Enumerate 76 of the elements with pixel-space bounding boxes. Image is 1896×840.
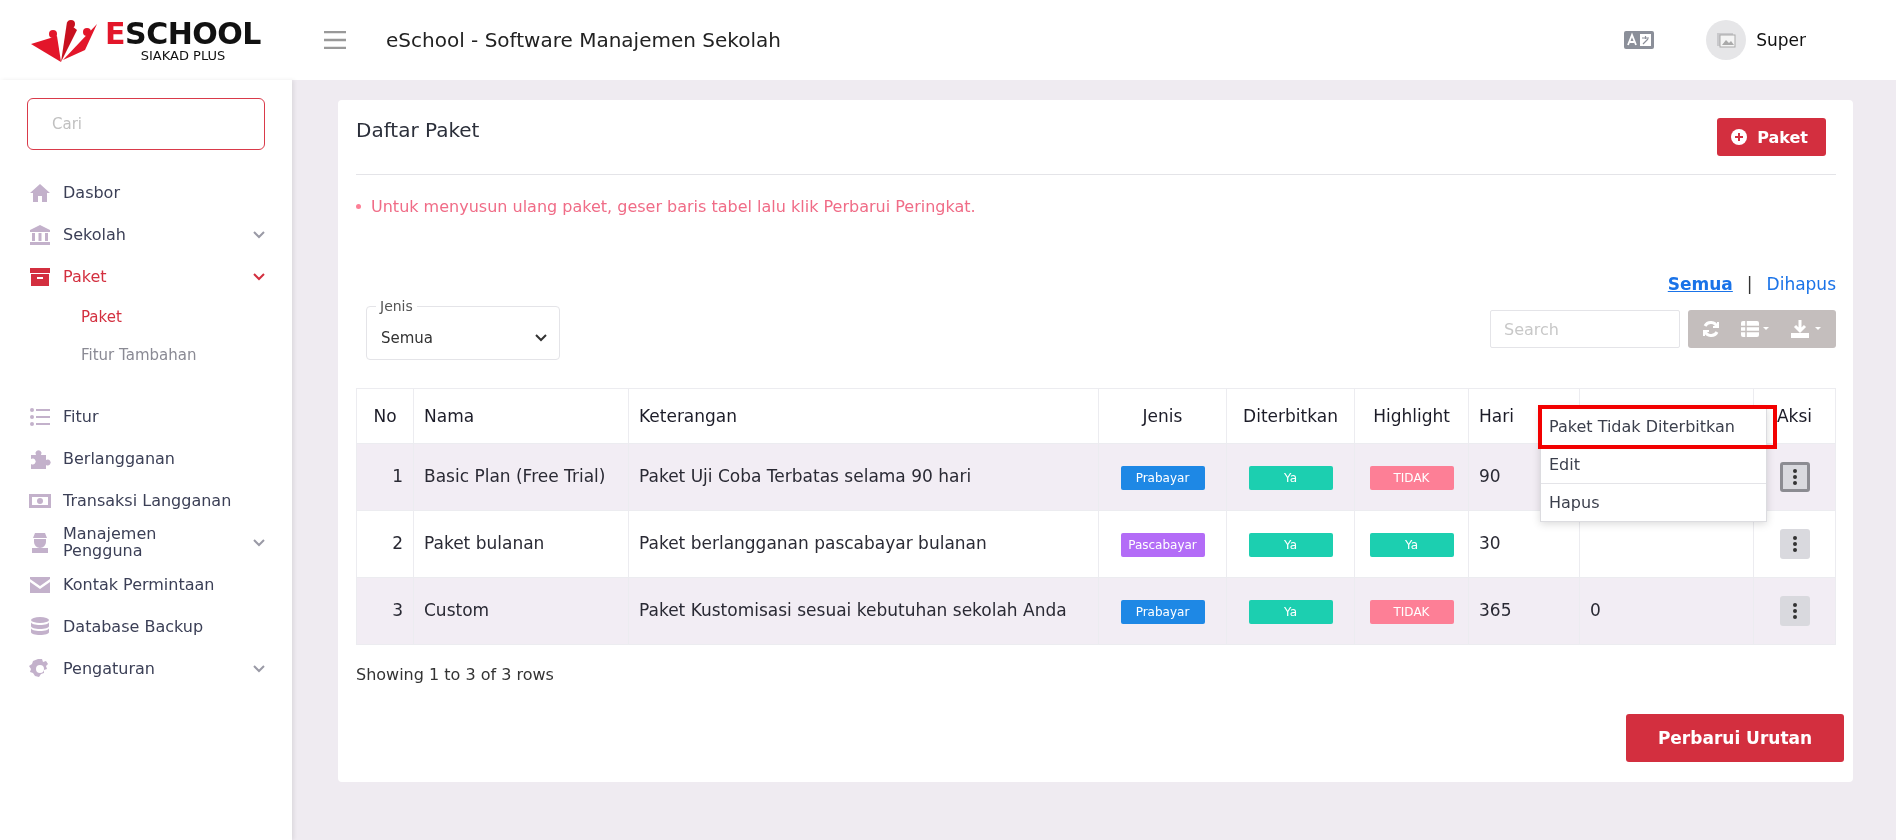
plus-icon [1731,129,1748,145]
table-cell: 3 [392,600,403,621]
status-tag: Ya [1248,532,1333,557]
menu-item[interactable]: Edit [1541,446,1766,484]
view-link[interactable]: Semua [1667,274,1733,294]
chevron-down-icon [535,334,547,342]
sidebar-item[interactable]: Sekolah [0,214,292,256]
sidebar-item[interactable]: Pengaturan [0,648,292,690]
table-cell: 90 [1479,466,1501,487]
pagination-text: Showing 1 to 3 of 3 rows [356,665,555,684]
search-field[interactable]: Cari [27,98,265,150]
column-header: Diterbitkan [1243,406,1338,426]
app-title: eSchool - Software Manajemen Sekolah [386,28,781,52]
list-icon [1740,320,1770,338]
table-cell: Paket Kustomisasi sesuai kebutuhan sekolah Anda [639,600,1067,621]
column-header: No [373,406,397,426]
kebab-icon [1792,469,1797,485]
puzzle-icon [28,447,52,471]
table-cell: Custom [424,600,490,621]
table-cell: 1 [392,466,403,487]
bank-icon [28,223,52,247]
actions-button[interactable] [1779,596,1810,626]
home-icon [28,181,52,205]
sidebar-item[interactable]: Database Backup [0,606,292,648]
translate-icon[interactable] [1624,31,1655,49]
sidebar-item[interactable]: Fitur [0,396,292,438]
status-tag: Ya [1369,532,1454,557]
card-title: Daftar Paket [356,118,480,142]
column-header: Hari [1479,406,1514,426]
column-header: Aksi [1776,406,1813,426]
separator-text: | [1746,274,1753,294]
menu-icon[interactable] [324,31,346,49]
sidebar-item[interactable]: Paket [0,256,292,298]
save-order-button[interactable]: Perbarui Urutan [1626,714,1844,762]
list-icon [28,405,52,429]
status-tag: TIDAK [1369,465,1454,490]
download-icon [1790,319,1822,339]
submenu-item[interactable]: Paket [0,298,292,336]
menu-item[interactable]: Paket Tidak Diterbitkan [1541,408,1774,446]
table-cell: Paket berlangganan pascabayar bulanan [639,533,987,554]
sidebar-item[interactable]: Berlangganan [0,438,292,480]
actions-button[interactable] [1779,529,1810,559]
type-tag: Prabayar [1120,599,1205,624]
sidebar-item[interactable]: Dasbor [0,172,292,214]
type-tag: Prabayar [1120,465,1205,490]
add-button[interactable]: Paket [1717,118,1826,156]
table-cell: Paket Uji Coba Terbatas selama 90 hari [639,466,972,487]
user-name[interactable]: Super [1756,30,1806,50]
note-text: Untuk menyusun ulang paket, geser baris tabel lalu klik Perbarui Peringkat. [371,197,976,216]
logo-text: ESCHOOL SIAKAD PLUS [105,18,261,62]
column-header: Jenis [1142,406,1183,426]
type-tag: Pascabayar [1120,532,1205,557]
actions-button[interactable] [1779,462,1810,492]
sidebar-item[interactable]: Kontak Permintaan [0,564,292,606]
menu-item[interactable]: Hapus [1541,484,1766,521]
sidebar-item[interactable]: Manajemen Pengguna [0,522,292,564]
kebab-icon [1792,536,1797,552]
column-header: Keterangan [639,406,738,426]
table-cell: 2 [392,533,403,554]
status-tag: Ya [1248,599,1333,624]
table-cell: 365 [1479,600,1512,621]
bullet-icon [356,204,361,209]
table-cell: Basic Plan (Free Trial) [424,466,606,487]
column-header: Highlight [1373,406,1450,426]
column-header: Nama [424,406,475,426]
refresh-icon [1702,320,1720,338]
table-cell: Paket bulanan [424,533,545,554]
table-cell: 30 [1479,533,1501,554]
status-tag: Ya [1248,465,1333,490]
view-link[interactable]: Dihapus [1766,274,1836,294]
box-icon [28,265,52,289]
table-cell: 0 [1590,600,1601,621]
avatar-icon[interactable] [1706,20,1747,60]
kebab-icon [1792,603,1797,619]
status-tag: TIDAK [1369,599,1454,624]
sidebar-item[interactable]: Transaksi Langganan [0,480,292,522]
